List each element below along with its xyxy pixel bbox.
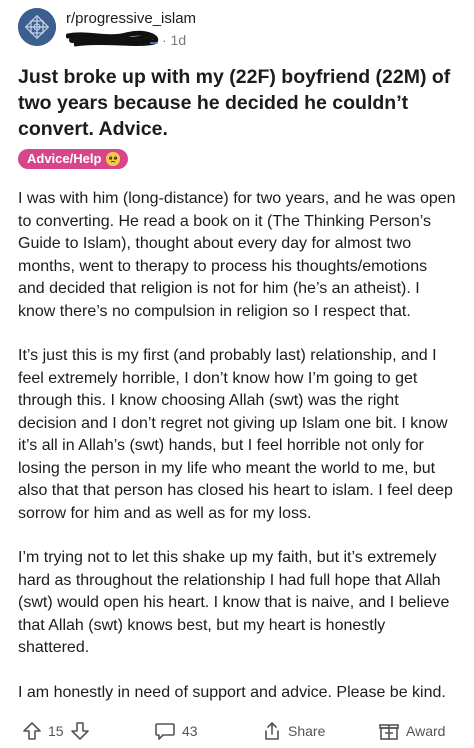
post-age: · 1d [162, 32, 187, 48]
post-title[interactable]: Just broke up with my (22F) boyfriend (2… [18, 64, 458, 142]
comment-icon [154, 721, 176, 741]
subreddit-avatar[interactable] [18, 8, 56, 46]
post-action-bar: 15 43 Share Award [0, 712, 474, 748]
post-paragraph: It’s just this is my first (and probably… [18, 347, 453, 522]
downvote-icon[interactable] [70, 721, 90, 741]
upvote-icon[interactable] [22, 721, 42, 741]
share-button[interactable]: Share [262, 720, 325, 742]
share-label: Share [288, 723, 326, 739]
pleading-face-icon [106, 152, 121, 166]
post-body: I was with him (long-distance) for two y… [18, 188, 458, 726]
post-paragraph: I was with him (long-distance) for two y… [18, 190, 456, 320]
post-meta: · 1d [66, 30, 366, 50]
vote-count: 15 [48, 723, 64, 739]
post-paragraph: I am honestly in need of support and adv… [18, 683, 446, 701]
award-label: Award [406, 723, 446, 739]
post-paragraph: I’m trying not to let this shake up my f… [18, 549, 450, 656]
subreddit-name[interactable]: r/progressive_islam [66, 10, 196, 27]
flair-label: Advice/Help [27, 151, 102, 166]
post-flair[interactable]: Advice/Help [18, 149, 129, 169]
award-button[interactable]: Award [378, 720, 445, 742]
post-header: r/progressive_islam · 1d [18, 8, 458, 52]
vote-control: 15 [22, 720, 90, 742]
comments-button[interactable]: 43 [154, 720, 198, 742]
comment-count: 43 [182, 723, 198, 739]
redaction-scribble [66, 30, 159, 47]
share-icon [262, 721, 282, 741]
award-icon [378, 721, 400, 741]
